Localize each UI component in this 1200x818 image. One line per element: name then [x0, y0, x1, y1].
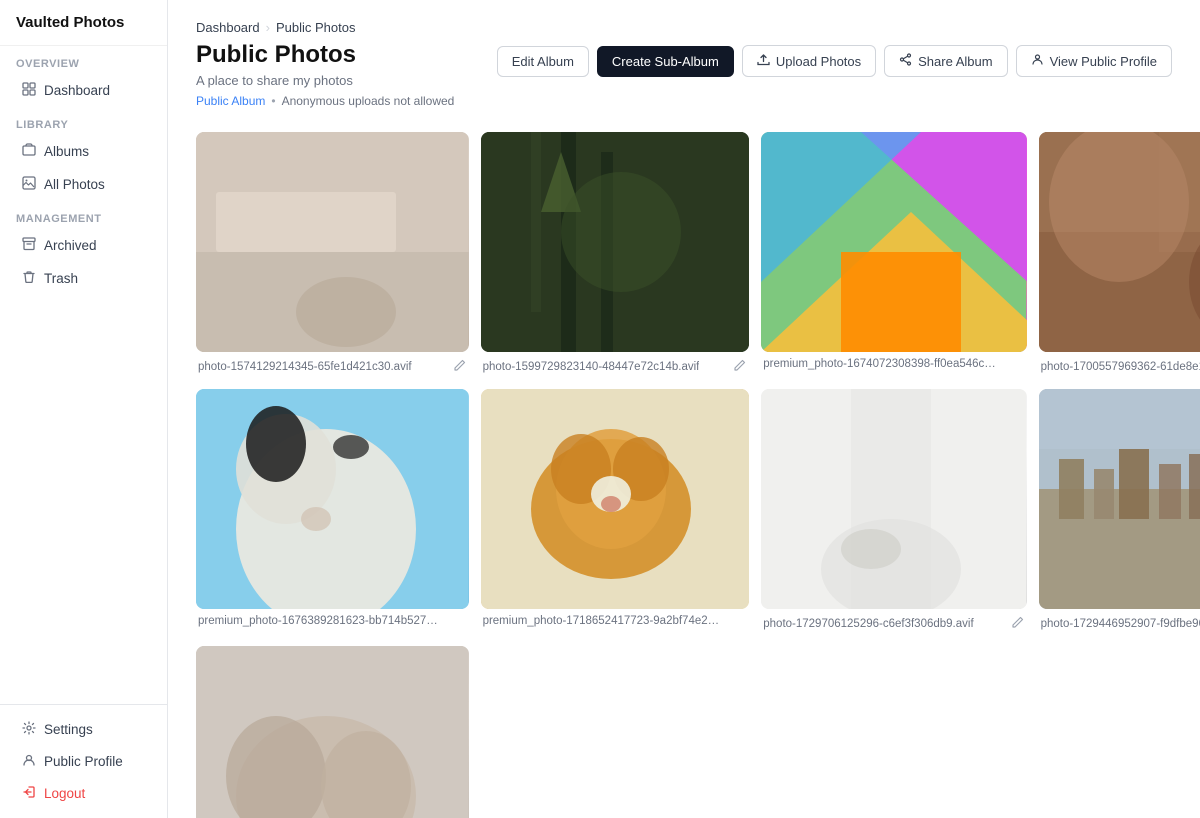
dashboard-icon: [22, 82, 36, 99]
breadcrumb: Dashboard › Public Photos: [196, 20, 1172, 35]
sidebar-item-logout[interactable]: Logout: [6, 778, 161, 809]
share-album-button[interactable]: Share Album: [884, 45, 1007, 77]
create-sub-album-button[interactable]: Create Sub-Album: [597, 46, 734, 77]
sidebar-item-label-settings: Settings: [44, 722, 93, 737]
view-public-profile-button[interactable]: View Public Profile: [1016, 45, 1172, 77]
photo-image[interactable]: [761, 132, 1026, 352]
photo-caption: premium_photo-1676389281623-bb714b527b50…: [196, 609, 469, 629]
share-icon: [899, 53, 912, 69]
photo-card: premium_photo-1674072308398-ff0ea546c70d…: [761, 132, 1026, 377]
photo-filename: premium_photo-1718652417723-9a2bf74e28c3…: [483, 615, 724, 627]
photo-card: photo-1729446952907-f9dfbe96b1d5.avif: [1039, 389, 1200, 634]
meta-dot: •: [271, 94, 275, 108]
photo-image[interactable]: [196, 646, 469, 818]
archived-icon: [22, 237, 36, 254]
sidebar-item-dashboard[interactable]: Dashboard: [6, 75, 161, 106]
page-header-left: Public Photos A place to share my photos…: [196, 41, 454, 112]
sidebar-item-label-archived: Archived: [44, 238, 97, 253]
sidebar-item-label-logout: Logout: [44, 786, 85, 801]
page-meta: Public Album • Anonymous uploads not all…: [196, 94, 454, 108]
photo-image[interactable]: [1039, 132, 1200, 352]
sidebar-item-label-all-photos: All Photos: [44, 177, 105, 192]
photo-filename: premium_photo-1674072308398-ff0ea546c70d…: [763, 358, 1000, 370]
sidebar-item-public-profile[interactable]: Public Profile: [6, 746, 161, 777]
photo-card: photo-1599729823140-48447e72c14b.avif: [481, 132, 750, 377]
photo-caption: photo-1574129214345-65fe1d421c30.avif: [196, 352, 469, 377]
photo-caption: photo-1729706125296-c6ef3f306db9.avif: [761, 609, 1026, 634]
photo-image[interactable]: [196, 389, 469, 609]
photo-caption: premium_photo-1674072308398-ff0ea546c70d…: [761, 352, 1026, 372]
photo-filename: photo-1729446952907-f9dfbe96b1d5.avif: [1041, 618, 1200, 630]
meta-anon-label: Anonymous uploads not allowed: [282, 94, 455, 108]
sidebar-item-trash[interactable]: Trash: [6, 263, 161, 294]
photo-caption: photo-1700557969362-61de8e193704.avif: [1039, 352, 1200, 377]
page-header: Public Photos A place to share my photos…: [196, 41, 1172, 112]
section-label-management: Management: [0, 201, 167, 229]
sidebar-item-settings[interactable]: Settings: [6, 714, 161, 745]
sidebar-item-label-albums: Albums: [44, 144, 89, 159]
photo-image[interactable]: [481, 132, 750, 352]
photo-grid: photo-1574129214345-65fe1d421c30.avif ph…: [196, 132, 1172, 818]
upload-photos-button[interactable]: Upload Photos: [742, 45, 876, 77]
photo-filename: photo-1574129214345-65fe1d421c30.avif: [198, 361, 412, 373]
all-photos-icon: [22, 176, 36, 193]
sidebar-item-albums[interactable]: Albums: [6, 136, 161, 167]
albums-icon: [22, 143, 36, 160]
edit-album-button[interactable]: Edit Album: [497, 46, 589, 77]
trash-icon: [22, 270, 36, 287]
section-label-library: Library: [0, 107, 167, 135]
photo-caption: photo-1729446952907-f9dfbe96b1d5.avif: [1039, 609, 1200, 634]
upload-icon: [757, 53, 770, 69]
person-icon: [1031, 53, 1044, 69]
sidebar-item-label-public-profile: Public Profile: [44, 754, 123, 769]
view-public-profile-label: View Public Profile: [1050, 54, 1157, 69]
photo-caption: photo-1599729823140-48447e72c14b.avif: [481, 352, 750, 377]
photo-filename: photo-1700557969362-61de8e193704.avif: [1041, 361, 1200, 373]
photo-image[interactable]: [196, 132, 469, 352]
page-title: Public Photos: [196, 41, 454, 69]
sidebar: Vaulted Photos Overview Dashboard Librar…: [0, 0, 168, 818]
edit-icon[interactable]: [733, 358, 747, 375]
breadcrumb-current: Public Photos: [276, 20, 356, 35]
breadcrumb-home[interactable]: Dashboard: [196, 20, 260, 35]
main-content: Dashboard › Public Photos Public Photos …: [168, 0, 1200, 818]
app-logo: Vaulted Photos: [0, 0, 167, 46]
page-description: A place to share my photos: [196, 73, 454, 88]
photo-card: photo-1729706125296-c6ef3f306db9.avif: [761, 389, 1026, 634]
share-album-label: Share Album: [918, 54, 992, 69]
photo-image[interactable]: [1039, 389, 1200, 609]
meta-album-label: Public Album: [196, 94, 265, 108]
photo-filename: photo-1729706125296-c6ef3f306db9.avif: [763, 618, 973, 630]
sidebar-item-label-trash: Trash: [44, 271, 78, 286]
upload-photos-label: Upload Photos: [776, 54, 861, 69]
edit-icon[interactable]: [453, 358, 467, 375]
public-profile-icon: [22, 753, 36, 770]
photo-card: premium_photo-1676389281623-bb714b527b50…: [196, 389, 469, 634]
logout-icon: [22, 785, 36, 802]
sidebar-bottom: Settings Public Profile Logout: [0, 704, 167, 818]
photo-image[interactable]: [481, 389, 750, 609]
photo-card: premium_photo-1718652417723-9a2bf74e28c3…: [481, 389, 750, 634]
toolbar: Edit Album Create Sub-Album Upload Photo…: [497, 45, 1172, 77]
photo-card: photo-1700557969362-61de8e193704.avif: [1039, 132, 1200, 377]
edit-icon[interactable]: [1011, 615, 1025, 632]
sidebar-item-all-photos[interactable]: All Photos: [6, 169, 161, 200]
breadcrumb-separator: ›: [266, 20, 270, 35]
sidebar-item-label-dashboard: Dashboard: [44, 83, 110, 98]
sidebar-item-archived[interactable]: Archived: [6, 230, 161, 261]
photo-image[interactable]: [761, 389, 1026, 609]
settings-icon: [22, 721, 36, 738]
section-label-overview: Overview: [0, 46, 167, 74]
photo-caption: premium_photo-1718652417723-9a2bf74e28c3…: [481, 609, 750, 629]
photo-card: photo-1574129214345-65fe1d421c30.avif: [196, 132, 469, 377]
photo-card: photo-hands.avif: [196, 646, 469, 818]
photo-filename: premium_photo-1676389281623-bb714b527b50…: [198, 615, 443, 627]
photo-filename: photo-1599729823140-48447e72c14b.avif: [483, 361, 700, 373]
